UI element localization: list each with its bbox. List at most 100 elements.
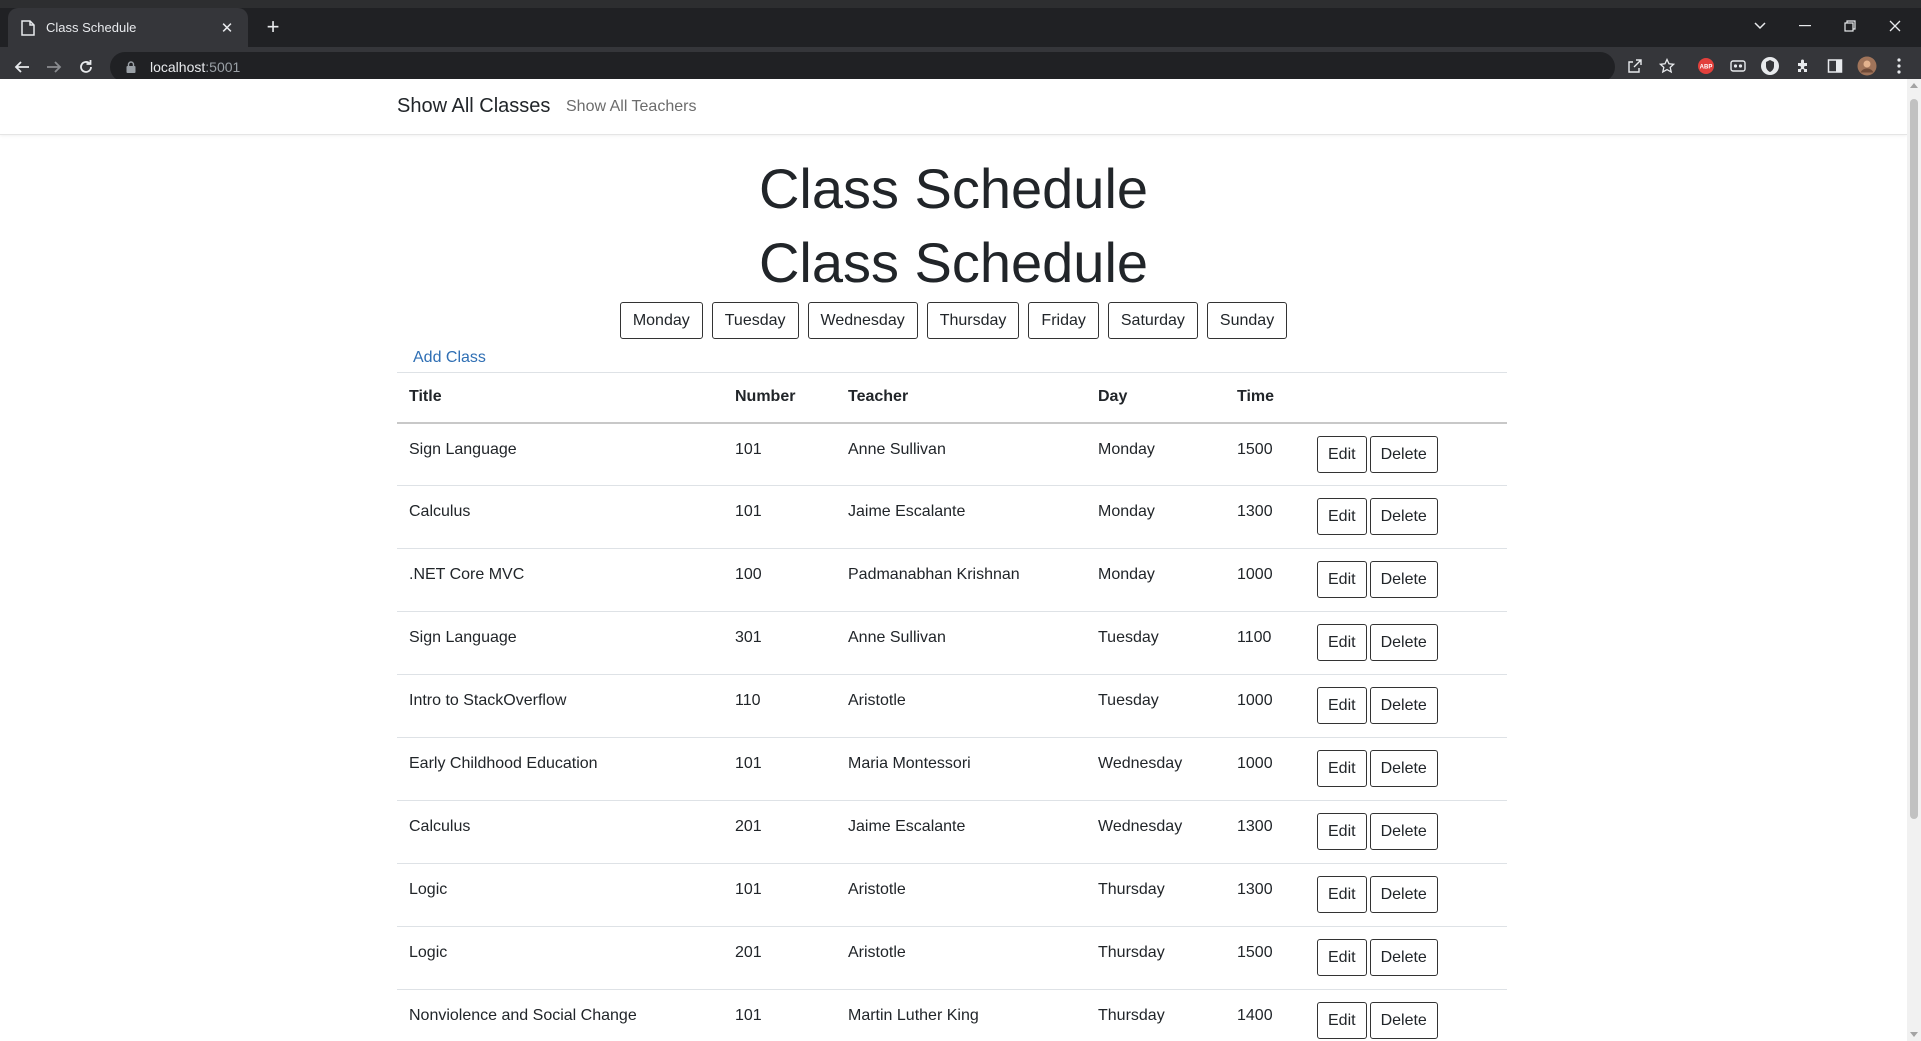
delete-button[interactable]: Delete [1369, 876, 1438, 913]
share-icon[interactable] [1624, 55, 1646, 77]
cell-number: 101 [723, 485, 836, 549]
cell-number: 101 [723, 863, 836, 927]
extension-reader-icon[interactable] [1727, 55, 1749, 77]
scroll-up-arrow-icon[interactable] [1910, 83, 1918, 88]
edit-button[interactable]: Edit [1317, 1002, 1367, 1039]
cell-day: Thursday [1086, 863, 1225, 927]
delete-button[interactable]: Delete [1369, 687, 1438, 724]
scroll-down-arrow-icon[interactable] [1910, 1032, 1918, 1037]
page-title: Class Schedule [758, 157, 1149, 220]
day-button-friday[interactable]: Friday [1028, 302, 1099, 339]
delete-button[interactable]: Delete [1369, 939, 1438, 976]
day-button-thursday[interactable]: Thursday [926, 302, 1020, 339]
cell-teacher: Maria Montessori [836, 737, 1086, 801]
row-actions: Edit Delete [1305, 548, 1507, 612]
restore-icon[interactable] [1830, 14, 1870, 38]
page-icon [20, 19, 36, 36]
add-class-link[interactable]: Add Class [413, 349, 486, 367]
cell-number: 110 [723, 674, 836, 738]
bookmark-star-icon[interactable] [1656, 55, 1678, 77]
column-header-time: Time [1225, 372, 1305, 424]
day-button-monday[interactable]: Monday [619, 302, 703, 339]
cell-number: 201 [723, 800, 836, 864]
delete-button[interactable]: Delete [1369, 750, 1438, 787]
extension-shield-icon[interactable] [1759, 55, 1781, 77]
table-row: Intro to StackOverflow 110 Aristotle Tuesda… [397, 674, 1507, 738]
browser-tab-strip: Class Schedule ✕ + [0, 0, 1921, 47]
column-header-teacher: Teacher [836, 372, 1086, 424]
table-row: Calculus 201 Jaime Escalante Wednesday 1300 E… [397, 800, 1507, 864]
edit-button[interactable]: Edit [1317, 624, 1367, 661]
column-header-title: Title [397, 372, 723, 424]
url-port: :5001 [205, 59, 241, 75]
day-filter-buttons: Monday Tuesday Wednesday Thursday Friday… [0, 302, 1907, 339]
edit-button[interactable]: Edit [1317, 813, 1367, 850]
cell-day: Tuesday [1086, 674, 1225, 738]
day-button-sunday[interactable]: Sunday [1206, 302, 1288, 339]
cell-number: 100 [723, 548, 836, 612]
delete-button[interactable]: Delete [1369, 1002, 1438, 1039]
edit-button[interactable]: Edit [1317, 687, 1367, 724]
page-scrollbar[interactable] [1907, 79, 1921, 1041]
table-row: Sign Language 101 Anne Sullivan Monday 1500 E… [397, 422, 1507, 486]
close-tab-icon[interactable]: ✕ [218, 19, 236, 37]
adblock-icon[interactable]: ABP [1695, 55, 1717, 77]
cell-day: Monday [1086, 485, 1225, 549]
close-window-icon[interactable] [1875, 14, 1915, 38]
row-actions: Edit Delete [1305, 989, 1507, 1041]
column-header-day: Day [1086, 372, 1225, 424]
edit-button[interactable]: Edit [1317, 939, 1367, 976]
cell-time: 1000 [1225, 674, 1305, 738]
lock-icon[interactable] [124, 60, 138, 74]
cell-teacher: Aristotle [836, 674, 1086, 738]
forward-icon[interactable] [42, 55, 66, 79]
edit-button[interactable]: Edit [1317, 435, 1367, 473]
cell-title: Intro to StackOverflow [397, 674, 723, 738]
delete-button[interactable]: Delete [1369, 498, 1438, 535]
cell-day: Thursday [1086, 989, 1225, 1041]
show-all-classes-link[interactable]: Show All Classes [397, 95, 550, 118]
edit-button[interactable]: Edit [1317, 561, 1367, 598]
delete-button[interactable]: Delete [1369, 624, 1438, 661]
new-tab-icon[interactable]: + [260, 16, 286, 38]
delete-button[interactable]: Delete [1369, 561, 1438, 598]
page-viewport: Show All Classes Show All Teachers Class… [0, 79, 1907, 1041]
table-row: Logic 201 Aristotle Thursday 1500 Edit Delete [397, 926, 1507, 990]
edit-button[interactable]: Edit [1317, 498, 1367, 535]
cell-number: 101 [723, 989, 836, 1041]
day-button-saturday[interactable]: Saturday [1107, 302, 1198, 339]
row-actions: Edit Delete [1305, 737, 1507, 801]
edit-button[interactable]: Edit [1317, 750, 1367, 787]
cell-title: Logic [397, 926, 723, 990]
row-actions: Edit Delete [1305, 422, 1507, 486]
minimize-icon[interactable] [1785, 14, 1825, 38]
reload-icon[interactable] [74, 55, 98, 79]
day-button-tuesday[interactable]: Tuesday [711, 302, 799, 339]
menu-kebab-icon[interactable] [1888, 55, 1910, 77]
address-bar[interactable]: localhost:5001 [110, 52, 1615, 82]
extensions-puzzle-icon[interactable] [1792, 55, 1814, 77]
cell-time: 1500 [1225, 422, 1305, 486]
cell-time: 1000 [1225, 737, 1305, 801]
cell-teacher: Aristotle [836, 926, 1086, 990]
back-icon[interactable] [10, 55, 34, 79]
cell-title: Nonviolence and Social Change [397, 989, 723, 1041]
browser-tab[interactable]: Class Schedule ✕ [8, 8, 248, 47]
cell-number: 201 [723, 926, 836, 990]
side-panel-icon[interactable] [1824, 55, 1846, 77]
cell-time: 1000 [1225, 548, 1305, 612]
show-all-teachers-link[interactable]: Show All Teachers [566, 98, 696, 116]
cell-day: Thursday [1086, 926, 1225, 990]
profile-avatar[interactable] [1856, 55, 1878, 77]
site-navbar: Show All Classes Show All Teachers [0, 79, 1907, 135]
cell-time: 1300 [1225, 485, 1305, 549]
cell-title: Calculus [397, 800, 723, 864]
tab-search-icon[interactable] [1740, 14, 1780, 38]
scrollbar-thumb[interactable] [1910, 99, 1918, 819]
cell-number: 301 [723, 611, 836, 675]
url-host: localhost [150, 59, 206, 75]
delete-button[interactable]: Delete [1369, 813, 1438, 850]
delete-button[interactable]: Delete [1369, 435, 1438, 473]
day-button-wednesday[interactable]: Wednesday [807, 302, 918, 339]
edit-button[interactable]: Edit [1317, 876, 1367, 913]
